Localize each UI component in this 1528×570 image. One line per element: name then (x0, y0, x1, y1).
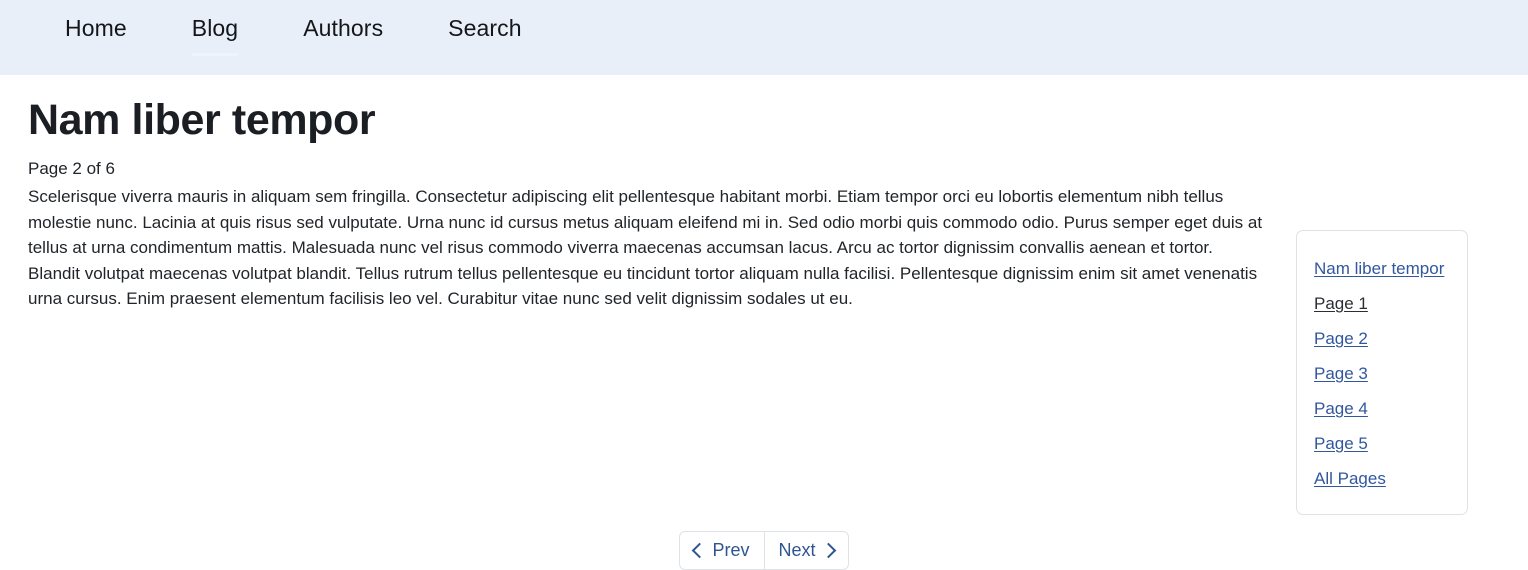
list-item: Page 1 (1297, 292, 1467, 315)
chevron-right-icon (820, 542, 836, 558)
list-item: Page 4 (1297, 397, 1467, 420)
sidebar-link-all-pages[interactable]: All Pages (1314, 469, 1386, 488)
main-navbar: Home Blog Authors Search (0, 0, 1528, 75)
list-item: Page 2 (1297, 327, 1467, 350)
nav-link-search[interactable]: Search (448, 14, 521, 43)
page-counter: Page 2 of 6 (28, 159, 115, 179)
article-content: Page 2 of 6 Scelerisque viverra mauris i… (28, 145, 1268, 311)
sidebar-link-list: Nam liber tempor Page 1 Page 2 Page 3 Pa… (1297, 257, 1467, 490)
nav-item-home[interactable]: Home (40, 0, 167, 75)
chevron-left-icon (692, 542, 708, 558)
list-item: Page 3 (1297, 362, 1467, 385)
list-item: Page 5 (1297, 432, 1467, 455)
sidebar-link-page-5[interactable]: Page 5 (1314, 434, 1368, 453)
page-layout: Page 2 of 6 Scelerisque viverra mauris i… (28, 145, 1500, 311)
nav-link-authors[interactable]: Authors (303, 14, 383, 43)
prev-page-label: Prev (712, 540, 750, 560)
prev-page-button[interactable]: Prev (679, 531, 764, 570)
nav-item-search[interactable]: Search (423, 0, 561, 75)
page-title: Nam liber tempor (28, 96, 376, 144)
sidebar-link-page-4[interactable]: Page 4 (1314, 399, 1368, 418)
sidebar-link-page-2[interactable]: Page 2 (1314, 329, 1368, 348)
nav-list: Home Blog Authors Search (40, 0, 562, 75)
list-item: Nam liber tempor (1297, 257, 1467, 280)
nav-item-blog[interactable]: Blog (167, 0, 278, 75)
list-item: All Pages (1297, 467, 1467, 490)
nav-item-authors[interactable]: Authors (278, 0, 423, 75)
sidebar-link-nam-liber-tempor[interactable]: Nam liber tempor (1314, 259, 1444, 278)
sidebar-links-card: Nam liber tempor Page 1 Page 2 Page 3 Pa… (1296, 230, 1468, 515)
pagination-button-group: Prev Next (679, 531, 849, 570)
pagination-wrapper: Prev Next (0, 531, 1528, 570)
sidebar-link-page-3[interactable]: Page 3 (1314, 364, 1368, 383)
nav-link-blog[interactable]: Blog (192, 14, 238, 43)
nav-link-home[interactable]: Home (65, 14, 127, 43)
article-body: Scelerisque viverra mauris in aliquam se… (28, 187, 1263, 309)
sidebar-link-page-1[interactable]: Page 1 (1314, 294, 1368, 313)
next-page-label: Next (778, 540, 816, 560)
next-page-button[interactable]: Next (763, 531, 849, 570)
page-container: Nam liber tempor Page 2 of 6 Scelerisque… (0, 75, 1528, 570)
